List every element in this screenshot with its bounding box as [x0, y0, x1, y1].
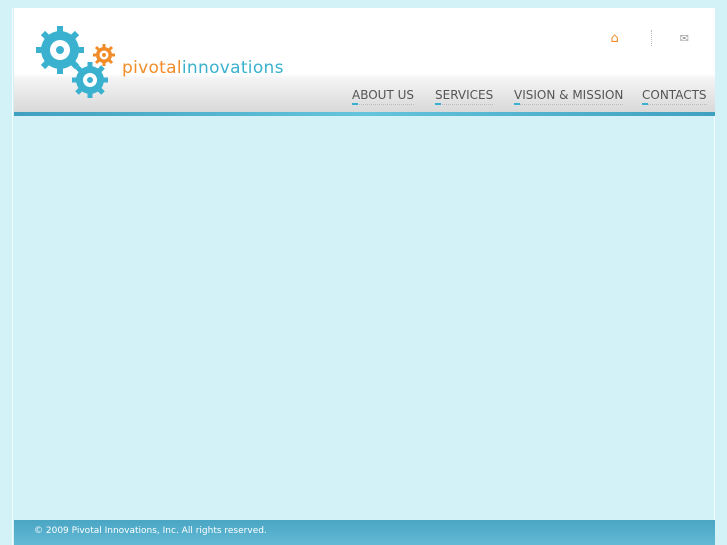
brand-name[interactable]: pivotalinnovations: [122, 58, 284, 78]
gears-logo-icon: [36, 26, 115, 98]
nav-contacts[interactable]: CONTACTS: [642, 88, 707, 105]
brand-part-2: innovations: [181, 58, 284, 78]
footer: © 2009 Pivotal Innovations, Inc. All rig…: [14, 520, 715, 545]
home-icon[interactable]: ⌂: [611, 31, 619, 46]
nav-about-us[interactable]: ABOUT US: [352, 88, 415, 105]
brand-part-1: pivotal: [122, 58, 182, 78]
mail-icon[interactable]: ✉: [680, 32, 689, 45]
header-strip: [14, 112, 715, 116]
header: pivotalinnovations ⌂ ✉ ABOUT US SERVICES…: [14, 8, 715, 112]
nav-vision-mission[interactable]: VISION & MISSION: [514, 88, 624, 105]
divider: [650, 30, 652, 46]
nav-services[interactable]: SERVICES: [435, 88, 494, 105]
page: pivotalinnovations ⌂ ✉ ABOUT US SERVICES…: [12, 8, 715, 545]
copyright-text: © 2009 Pivotal Innovations, Inc. All rig…: [34, 526, 267, 536]
